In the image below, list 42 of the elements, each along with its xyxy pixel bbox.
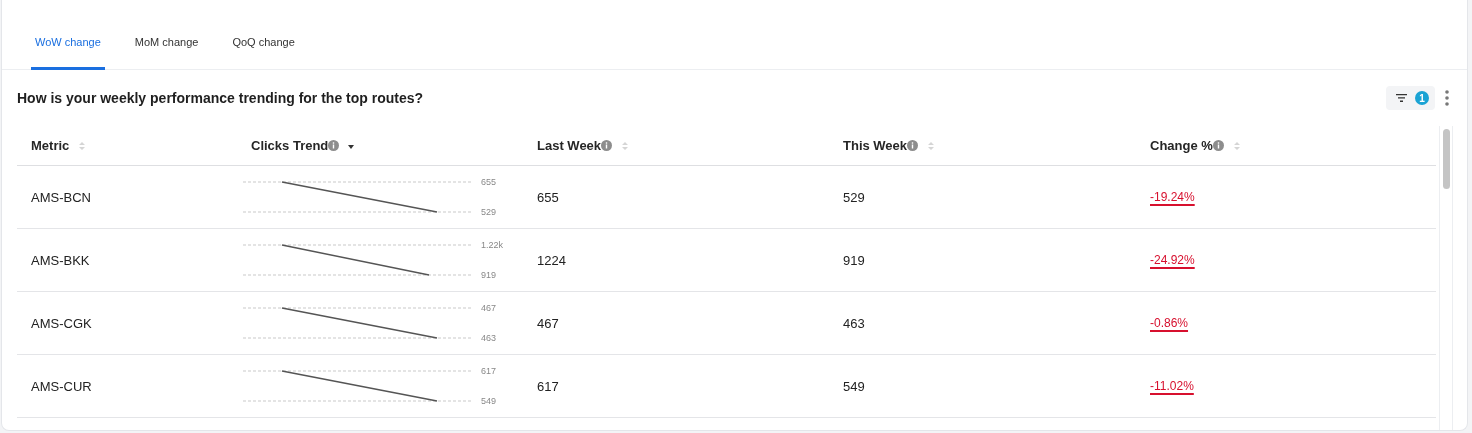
change-link[interactable]: -19.24% bbox=[1150, 190, 1195, 204]
table-cell-text: 463 bbox=[842, 315, 865, 331]
table-cell-text: AMS-BCN bbox=[30, 189, 91, 205]
table-cell-text: 1224 bbox=[536, 252, 566, 268]
axis-label: 467 bbox=[481, 303, 497, 313]
section-title: How is your weekly performance trending for the top routes? bbox=[17, 90, 424, 106]
axis-label: 617 bbox=[481, 366, 497, 376]
filter-count-badge: 1 bbox=[1415, 91, 1429, 105]
axis-label: 529 bbox=[481, 207, 497, 217]
change-link[interactable]: -0.86% bbox=[1150, 316, 1189, 330]
tab[interactable]: WoW change bbox=[31, 36, 105, 70]
change-link[interactable]: -24.92% bbox=[1150, 253, 1195, 267]
table-cell-text: 617 bbox=[536, 378, 559, 394]
axis-label: 463 bbox=[481, 333, 497, 343]
scrollbar[interactable] bbox=[1439, 126, 1453, 430]
table-cell-text: 529 bbox=[842, 189, 865, 205]
column-header[interactable]: This Week bbox=[843, 138, 908, 153]
change-link[interactable]: -11.02% bbox=[1150, 379, 1194, 393]
info-icon[interactable] bbox=[907, 140, 919, 151]
table-cell-text: 467 bbox=[536, 315, 559, 331]
table-cell-text: AMS-CUR bbox=[30, 378, 92, 394]
table-cell-text: AMS-BKK bbox=[30, 252, 90, 268]
axis-label: 1.22k bbox=[481, 240, 504, 250]
column-header[interactable]: Clicks Trend bbox=[251, 138, 329, 153]
sort-descending-icon[interactable] bbox=[348, 145, 355, 150]
axis-label: 549 bbox=[481, 396, 497, 406]
tab[interactable]: QoQ change bbox=[228, 36, 299, 70]
info-icon[interactable] bbox=[328, 140, 340, 151]
table-cell-text: 549 bbox=[842, 378, 865, 394]
table-cell-text: 919 bbox=[842, 252, 865, 268]
table-cell-text: AMS-CGK bbox=[30, 315, 92, 331]
info-icon[interactable] bbox=[1212, 140, 1224, 151]
tab[interactable]: MoM change bbox=[130, 36, 203, 70]
axis-label: 919 bbox=[481, 270, 497, 280]
table-cell-text: 655 bbox=[536, 189, 559, 205]
column-header[interactable]: Change % bbox=[1150, 138, 1213, 153]
info-icon[interactable] bbox=[601, 140, 613, 151]
column-header[interactable]: Last Week bbox=[537, 138, 602, 153]
axis-label: 655 bbox=[481, 177, 497, 187]
filter-icon bbox=[1396, 94, 1407, 102]
column-header[interactable]: Metric bbox=[31, 138, 70, 153]
more-options-icon[interactable] bbox=[1445, 90, 1449, 106]
